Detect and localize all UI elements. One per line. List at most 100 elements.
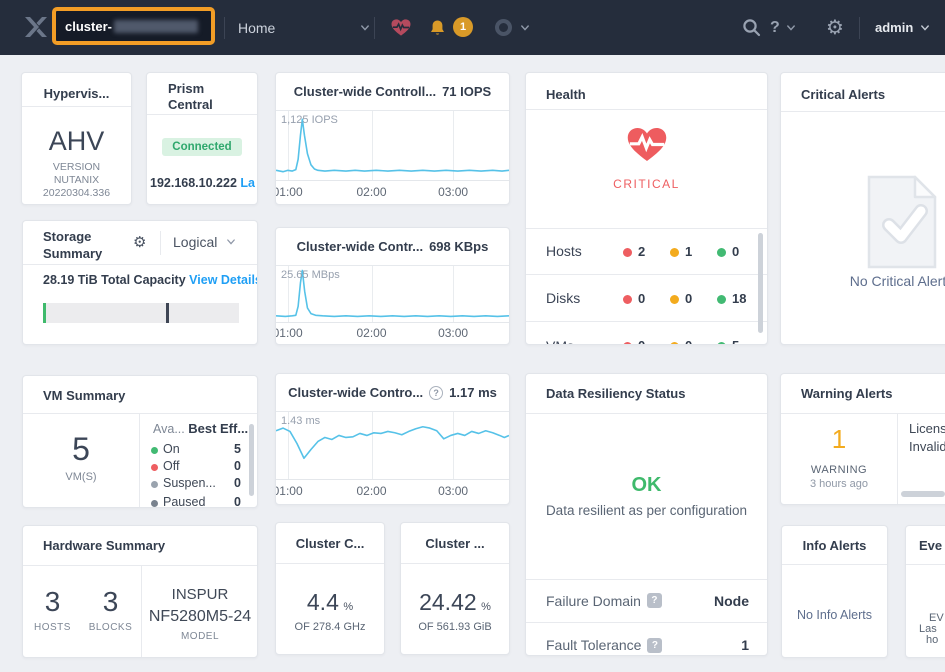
chart-plot-area: 25.65 MBps (276, 266, 509, 323)
widget-title: Prism (168, 81, 205, 96)
ok-count: 0 (732, 243, 740, 259)
widget-title: Eve (919, 538, 943, 553)
nutanix-logo[interactable] (24, 16, 48, 38)
chart-title: Cluster-wide Contr... (296, 239, 424, 254)
status-dot (151, 500, 158, 507)
critical-alerts-widget: Critical Alerts No Critical Alerts (780, 72, 945, 345)
widget-title: Health (546, 87, 586, 102)
health-status: CRITICAL (613, 177, 680, 191)
settings-button[interactable]: ⚙ (826, 0, 844, 55)
row-label: Failure Domain (546, 592, 641, 609)
x-tick: 02:00 (356, 484, 387, 498)
help-icon[interactable]: ? (647, 637, 663, 653)
vm-list-scrollbar[interactable] (249, 424, 254, 496)
widget-title: Hypervis... (43, 86, 110, 101)
storage-usage-bar[interactable] (43, 303, 239, 323)
health-row-hosts[interactable]: Hosts 2 1 0 (526, 228, 767, 275)
prism-dashboard: cluster- Home 1 ? ⚙ admin Hypervis... AH… (0, 0, 945, 672)
warning-alerts-scrollbar[interactable] (901, 491, 945, 497)
vm-state-label: Off (163, 459, 180, 473)
vm-summary-widget: VM Summary 5 VM(S) Ava... Best Eff... On… (22, 375, 258, 508)
chart-current-value: 71 IOPS (442, 84, 492, 99)
health-row-vms[interactable]: VMs 0 0 5 (526, 322, 767, 344)
resiliency-status: OK (631, 474, 662, 496)
topbar-divider (374, 17, 375, 39)
gear-icon[interactable]: ⚙ (133, 233, 146, 251)
blocks-count: 3 (102, 586, 119, 617)
pc-ip-address: 192.168.10.222 (150, 176, 237, 190)
alert-count: 1 (459, 21, 467, 33)
status-dot (151, 481, 158, 488)
critical-dot (623, 342, 632, 344)
health-row-disks[interactable]: Disks 0 0 18 (526, 275, 767, 322)
storage-used-marker (43, 303, 46, 323)
model-label: MODEL (180, 631, 220, 642)
tasks-dropdown[interactable] (495, 0, 529, 55)
warning-count: 1 (831, 424, 847, 454)
cluster-name-redacted (113, 19, 198, 33)
cluster-cpu-widget: Cluster C... 4.4 % OF 278.4 GHz (275, 522, 385, 655)
x-tick: 03:00 (438, 484, 469, 498)
ok-dot (717, 294, 726, 304)
pc-status-badge: Connected (162, 138, 242, 156)
vm-row-suspended[interactable]: Suspen... 0 (151, 476, 241, 490)
y-axis-max-label: 1,125 IOPS (281, 114, 338, 126)
vm-state-count: 0 (234, 476, 241, 490)
pc-launch-link[interactable]: La (240, 176, 255, 190)
nav-home-dropdown[interactable]: Home (238, 0, 370, 55)
cpu-usage-value: 4.4 (306, 589, 339, 615)
gear-icon: ⚙ (826, 16, 844, 39)
vm-state-label: Paused (163, 495, 206, 508)
warning-count: 1 (685, 243, 693, 259)
cpu-capacity: OF 278.4 GHz (294, 621, 366, 633)
hosts-label: HOSTS (34, 622, 71, 633)
x-tick: 02:00 (356, 326, 387, 340)
widget-title: Info Alerts (802, 538, 867, 553)
hardware-brand: INSPUR (171, 586, 229, 603)
critical-count: 0 (638, 338, 645, 344)
storage-summary-widget: Storage Summary ⚙ Logical 28.19 TiB Tota… (22, 220, 258, 345)
help-icon[interactable]: ? (646, 593, 662, 608)
cluster-name-highlight[interactable]: cluster- (52, 7, 215, 45)
topbar-divider (859, 17, 860, 39)
chart-card-controller-iops: Cluster-wide Controll... 71 IOPS 1,125 I… (275, 72, 510, 205)
prism-central-widget: Prism Central Connected 192.168.10.222 L… (146, 72, 258, 205)
alerts-bell-button[interactable] (428, 0, 447, 55)
chart-current-value: 1.17 ms (449, 385, 497, 400)
help-icon[interactable]: ? (429, 385, 444, 400)
row-label: Fault Tolerance (546, 637, 642, 653)
warning-alert-item[interactable]: License Invalid (909, 420, 945, 456)
chevron-down-icon (921, 24, 930, 31)
help-icon: ? (770, 18, 780, 36)
view-details-link[interactable]: View Details (189, 273, 257, 287)
alert-count-badge[interactable]: 1 (453, 17, 473, 37)
vm-row-off[interactable]: Off 0 (151, 459, 241, 473)
warning-count: 0 (685, 338, 692, 344)
hardware-summary-widget: Hardware Summary 3 HOSTS 3 BLOCKS INSPUR… (22, 525, 258, 658)
storage-view-dropdown[interactable]: Logical (173, 234, 236, 250)
health-scrollbar[interactable] (758, 233, 763, 333)
vm-row-on[interactable]: On 5 (151, 442, 241, 456)
chart-card-controller-io-bandwidth: Cluster-wide Contr... 698 KBps 25.65 MBp… (275, 227, 510, 345)
y-axis-max-label: 25.65 MBps (281, 269, 340, 281)
health-heart-button[interactable] (390, 0, 412, 55)
vm-col-besteffort: Best Eff... (188, 421, 249, 436)
hypervisor-version-line: NUTANIX (53, 174, 100, 186)
user-menu[interactable]: admin (875, 0, 930, 55)
widget-title: Warning Alerts (801, 386, 893, 401)
chevron-down-icon (227, 239, 236, 245)
search-button[interactable] (742, 0, 761, 55)
ok-count: 5 (732, 338, 739, 344)
vm-row-paused[interactable]: Paused 0 (151, 495, 241, 508)
vm-state-count: 5 (234, 442, 241, 456)
heart-pulse-icon (391, 19, 411, 36)
bell-icon (431, 19, 444, 35)
widget-title: Central (168, 97, 213, 112)
chart-plot-area: 1.43 ms (276, 412, 509, 480)
critical-dot (623, 294, 632, 304)
x-tick: 03:00 (438, 185, 469, 199)
chevron-down-icon (786, 24, 795, 31)
hypervisor-widget: Hypervis... AHV VERSION NUTANIX 20220304… (21, 72, 132, 205)
help-dropdown[interactable]: ? (770, 0, 795, 55)
info-alerts-widget: Info Alerts No Info Alerts (781, 525, 888, 658)
